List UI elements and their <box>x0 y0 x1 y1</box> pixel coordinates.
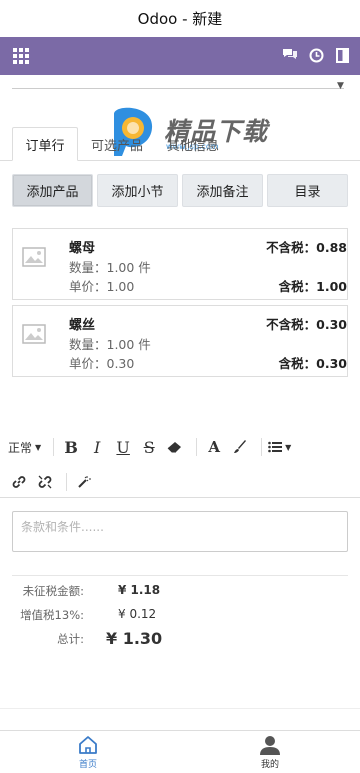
bold-icon[interactable]: B <box>60 436 82 458</box>
line-action-buttons: 添加产品 添加小节 添加备注 目录 <box>12 174 348 207</box>
catalog-button[interactable]: 目录 <box>267 174 348 207</box>
product-name: 螺母 <box>69 241 96 256</box>
totals-divider <box>12 575 348 576</box>
nav-home[interactable]: 首页 <box>58 734 118 770</box>
image-placeholder-icon <box>22 247 46 267</box>
untaxed-amount-label: 未征税金额: <box>22 584 84 598</box>
split-icon[interactable] <box>334 47 350 63</box>
brush-icon[interactable] <box>229 436 251 458</box>
product-unit-price: 单价：1.00 <box>69 279 135 294</box>
add-note-button[interactable]: 添加备注 <box>182 174 263 207</box>
chevron-down-icon[interactable]: ▼ <box>337 81 344 91</box>
add-product-button[interactable]: 添加产品 <box>12 174 93 207</box>
total-value: ¥ 1.30 <box>106 629 163 648</box>
tab-optional-products[interactable]: 可选产品 <box>86 127 148 161</box>
paragraph-style-dropdown[interactable]: 正常 ▼ <box>8 436 41 458</box>
add-section-button[interactable]: 添加小节 <box>97 174 178 207</box>
total-label: 总计: <box>57 632 84 646</box>
toolbar-divider <box>66 473 67 491</box>
nav-me-label: 我的 <box>260 760 279 770</box>
content-end-divider <box>0 708 360 709</box>
paragraph-style-label: 正常 <box>8 440 33 455</box>
customer-field-line[interactable] <box>12 88 344 89</box>
chat-icon[interactable] <box>282 47 298 63</box>
editor-toolbar-row2 <box>8 471 99 493</box>
editor-divider <box>0 497 360 498</box>
order-line-card[interactable]: 螺丝 数量：1.00 件 单价：0.30 不含税：0.30 含税：0.30 <box>12 305 348 377</box>
product-unit-price: 单价：0.30 <box>69 356 135 371</box>
product-quantity: 数量：1.00 件 <box>69 337 151 352</box>
nav-home-label: 首页 <box>78 760 97 770</box>
home-icon <box>79 736 97 754</box>
caret-down-icon: ▼ <box>35 442 42 452</box>
eraser-icon[interactable] <box>164 436 186 458</box>
product-name: 螺丝 <box>69 318 96 333</box>
subtotal-incl-tax: 含税：1.00 <box>278 279 347 294</box>
list-icon[interactable]: ▼ <box>268 436 291 458</box>
subtotal-excl-tax: 不含税：0.88 <box>266 240 347 255</box>
apps-icon[interactable] <box>13 48 29 64</box>
toolbar-divider <box>53 438 55 456</box>
tab-order-lines[interactable]: 订单行 <box>12 127 78 161</box>
font-color-icon[interactable]: A <box>203 436 225 458</box>
tax-value: ¥ 0.12 <box>118 607 157 621</box>
toolbar-divider <box>261 438 263 456</box>
tax-label: 增值税13%: <box>20 608 84 622</box>
italic-icon[interactable]: I <box>86 436 108 458</box>
terms-conditions-input[interactable]: 条款和条件...... <box>12 511 348 552</box>
image-placeholder-icon <box>22 324 46 344</box>
product-quantity: 数量：1.00 件 <box>69 260 151 275</box>
subtotal-incl-tax: 含税：0.30 <box>278 356 347 371</box>
top-navbar <box>0 37 360 75</box>
window-title: Odoo - 新建 <box>0 0 360 37</box>
magic-wand-icon[interactable] <box>73 471 95 493</box>
nav-me[interactable]: 我的 <box>240 734 300 770</box>
tab-other-info[interactable]: 其他信息 <box>158 127 228 161</box>
caret-down-icon: ▼ <box>285 442 292 452</box>
clock-icon[interactable] <box>308 47 324 63</box>
toolbar-divider <box>196 438 198 456</box>
editor-toolbar: 正常 ▼ B I U S A ▼ <box>8 434 352 460</box>
notebook-tabs: 订单行 可选产品 其他信息 <box>0 127 360 161</box>
strikethrough-icon[interactable]: S <box>138 436 160 458</box>
subtotal-excl-tax: 不含税：0.30 <box>266 317 347 332</box>
untaxed-amount-value: ¥ 1.18 <box>118 583 161 597</box>
user-icon <box>260 736 280 755</box>
link-icon[interactable] <box>8 471 30 493</box>
underline-icon[interactable]: U <box>112 436 134 458</box>
unlink-icon[interactable] <box>34 471 56 493</box>
bottom-nav: 首页 我的 <box>0 730 360 773</box>
order-line-card[interactable]: 螺母 数量：1.00 件 单价：1.00 不含税：0.88 含税：1.00 <box>12 228 348 300</box>
